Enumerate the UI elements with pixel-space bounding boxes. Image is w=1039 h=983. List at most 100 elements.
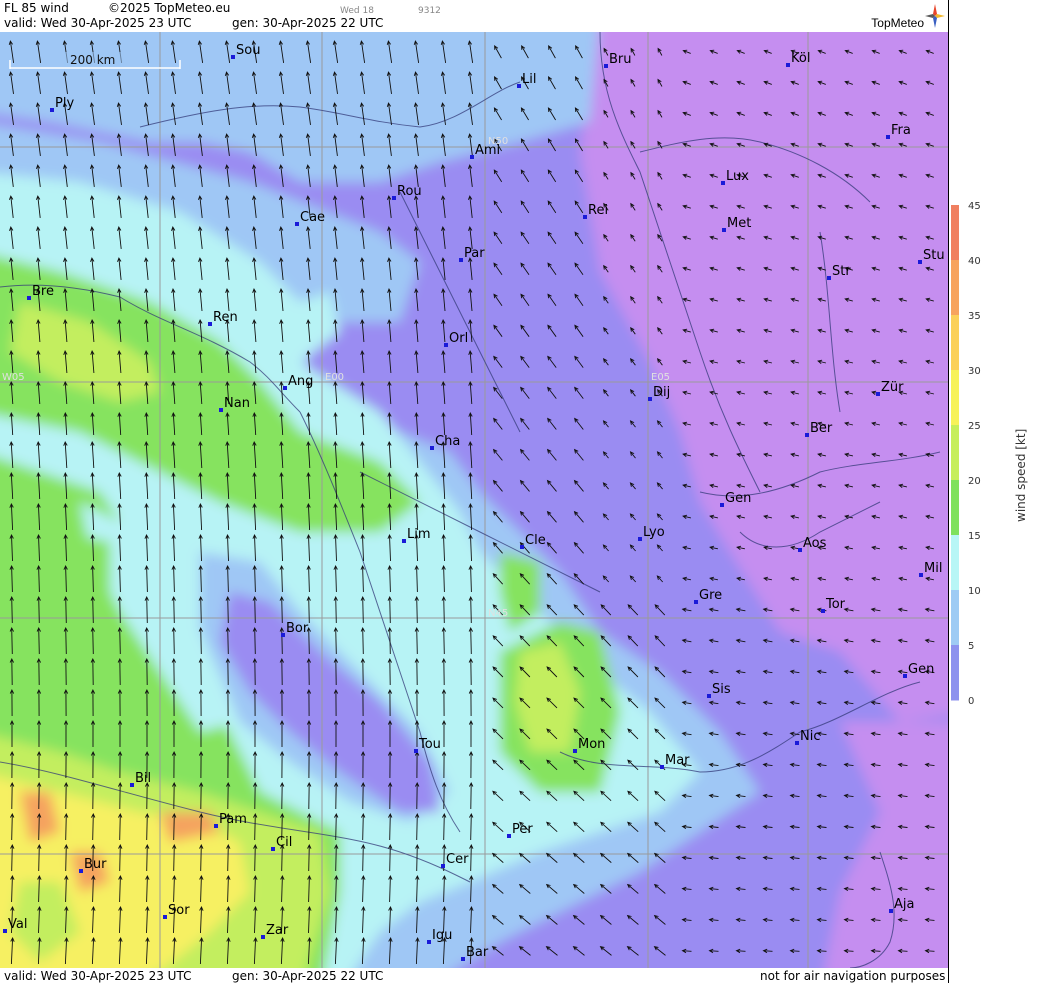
legend-tick-label: 5 bbox=[968, 641, 974, 652]
city-marker: Mon bbox=[573, 737, 605, 753]
city-dot bbox=[444, 343, 448, 347]
valid-time: valid: Wed 30-Apr-2025 23 UTC bbox=[4, 16, 192, 30]
legend-color-band bbox=[951, 370, 959, 426]
city-marker: Cae bbox=[295, 210, 325, 226]
city-dot bbox=[441, 864, 445, 868]
topmeteo-logo[interactable]: TopMeteo bbox=[826, 3, 946, 31]
city-dot bbox=[638, 537, 642, 541]
city-label: Nic bbox=[800, 729, 820, 744]
city-dot bbox=[219, 408, 223, 412]
wind-speed-legend: 45 40 35 30 25 20 15 10 5 0 wind speed [kt] bbox=[950, 200, 1039, 710]
city-dot bbox=[604, 64, 608, 68]
logo-text: TopMeteo bbox=[871, 16, 924, 30]
city-label: Str bbox=[832, 264, 851, 279]
city-marker: Pam bbox=[214, 812, 247, 828]
city-label: Rei bbox=[588, 203, 608, 218]
city-marker: Cha bbox=[430, 434, 460, 450]
city-dot bbox=[648, 397, 652, 401]
city-dot bbox=[722, 228, 726, 232]
product-title: FL 85 wind bbox=[4, 1, 69, 15]
grid-label-e05: E05 bbox=[651, 372, 670, 383]
city-dot bbox=[214, 824, 218, 828]
city-dot bbox=[795, 741, 799, 745]
legend-tick-label: 35 bbox=[968, 311, 981, 322]
city-marker: Mar bbox=[660, 753, 690, 769]
city-dot bbox=[459, 258, 463, 262]
city-label: Lux bbox=[726, 169, 749, 184]
legend-tick-label: 15 bbox=[968, 531, 981, 542]
city-label: Gen bbox=[725, 491, 751, 506]
copyright-text: ©2025 TopMeteo.eu bbox=[108, 1, 231, 15]
city-marker: Lim bbox=[402, 527, 431, 543]
city-label: Mar bbox=[665, 753, 690, 768]
city-label: Zar bbox=[266, 923, 289, 938]
legend-color-band bbox=[951, 645, 959, 701]
city-label: Cae bbox=[300, 210, 325, 225]
city-dot bbox=[507, 834, 511, 838]
city-dot bbox=[295, 222, 299, 226]
city-label: Zür bbox=[881, 380, 904, 395]
city-marker: Lux bbox=[721, 169, 749, 185]
city-dot bbox=[720, 503, 724, 507]
run-code: 9312 bbox=[418, 6, 441, 16]
city-label: Igu bbox=[432, 928, 452, 943]
city-label: Cle bbox=[525, 533, 546, 548]
city-dot bbox=[414, 749, 418, 753]
city-label: Aja bbox=[894, 897, 914, 912]
grid-label-e00: E00 bbox=[325, 372, 344, 383]
city-dot bbox=[919, 573, 923, 577]
city-marker: Bre bbox=[27, 284, 54, 300]
city-dot bbox=[3, 929, 7, 933]
legend-color-band bbox=[951, 425, 959, 481]
city-label: Mon bbox=[578, 737, 605, 752]
city-dot bbox=[271, 847, 275, 851]
city-marker: Aos bbox=[798, 536, 827, 552]
city-label: Par bbox=[464, 246, 485, 261]
city-marker: Bru bbox=[604, 52, 632, 68]
city-label: Cha bbox=[435, 434, 460, 449]
city-dot bbox=[889, 909, 893, 913]
city-dot bbox=[79, 869, 83, 873]
city-label: Lim bbox=[407, 527, 431, 542]
city-dot bbox=[786, 63, 790, 67]
city-dot bbox=[805, 433, 809, 437]
legend-color-band bbox=[951, 535, 959, 591]
map-footer: valid: Wed 30-Apr-2025 23 UTC gen: 30-Ap… bbox=[0, 968, 948, 983]
city-dot bbox=[261, 935, 265, 939]
city-label: Bru bbox=[609, 52, 632, 67]
city-label: Gen bbox=[908, 662, 934, 677]
wind-map-canvas[interactable]: 200 km N50 N45 W05 E00 E05 SouPlyBru KölL… bbox=[0, 32, 948, 968]
city-marker: Sor bbox=[163, 903, 190, 919]
city-marker: Sou bbox=[231, 43, 260, 59]
city-label: Ply bbox=[55, 96, 74, 111]
footer-valid-time: valid: Wed 30-Apr-2025 23 UTC bbox=[4, 969, 192, 983]
map-frame-right bbox=[948, 0, 949, 983]
city-dot bbox=[903, 674, 907, 678]
city-label: Orl bbox=[449, 331, 468, 346]
city-dot bbox=[281, 633, 285, 637]
city-dot bbox=[430, 446, 434, 450]
city-dot bbox=[876, 392, 880, 396]
wind-map[interactable]: 200 km N50 N45 W05 E00 E05 Sou Ply Bru Köl L… bbox=[0, 32, 948, 968]
city-dot bbox=[517, 84, 521, 88]
city-label: Gre bbox=[699, 588, 722, 603]
grid-label-w05: W05 bbox=[2, 372, 25, 383]
city-dot bbox=[130, 783, 134, 787]
city-marker: Met bbox=[722, 216, 751, 232]
city-marker: Gen bbox=[903, 662, 934, 678]
legend-tick-label: 20 bbox=[968, 476, 981, 487]
city-label: Bur bbox=[84, 857, 107, 872]
city-dot bbox=[827, 276, 831, 280]
legend-tick-label: 0 bbox=[968, 696, 974, 707]
city-dot bbox=[163, 915, 167, 919]
city-label: Ber bbox=[810, 421, 833, 436]
city-label: Sor bbox=[168, 903, 190, 918]
city-label: Bor bbox=[286, 621, 309, 636]
city-dot bbox=[392, 196, 396, 200]
city-dot bbox=[573, 749, 577, 753]
legend-color-band bbox=[951, 480, 959, 536]
legend-tick-label: 25 bbox=[968, 421, 981, 432]
city-dot bbox=[694, 600, 698, 604]
city-label: Lyo bbox=[643, 525, 665, 540]
city-marker: Bor bbox=[281, 621, 309, 637]
